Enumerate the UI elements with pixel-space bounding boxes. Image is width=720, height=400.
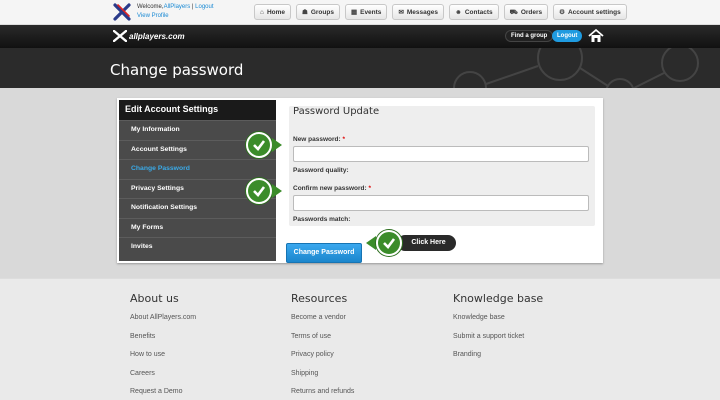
- nav-contacts-button[interactable]: ☻ Contacts: [448, 4, 499, 20]
- nav-label: Contacts: [464, 8, 493, 16]
- nav-events-button[interactable]: ▦ Events: [344, 4, 388, 20]
- click-here-callout: Click Here: [397, 235, 456, 251]
- top-logout-link[interactable]: Logout: [195, 4, 213, 10]
- new-password-label: New password: *: [293, 136, 345, 143]
- brand-logo[interactable]: allplayers.com: [113, 30, 185, 42]
- page-hero: Change password: [0, 48, 720, 88]
- arrow-left-icon: [366, 236, 376, 250]
- footer-link[interactable]: Request a Demo: [130, 388, 196, 400]
- nav-label: Home: [266, 8, 285, 16]
- nav-label: Messages: [406, 8, 438, 16]
- arrow-right-icon: [272, 184, 282, 198]
- logout-button[interactable]: Logout: [552, 30, 583, 42]
- check-icon: [376, 230, 402, 256]
- nav-account-settings-button[interactable]: ⚙ Account settings: [553, 4, 627, 20]
- footer-heading: About us: [130, 292, 179, 305]
- nav-messages-button[interactable]: ✉ Messages: [392, 4, 444, 20]
- passwords-match-label: Passwords match:: [293, 216, 351, 223]
- nav-label: Orders: [520, 8, 543, 16]
- footer-column-knowledge: Knowledge base Knowledge base Submit a sup…: [453, 292, 543, 370]
- username-link[interactable]: AllPlayers: [164, 4, 191, 10]
- site-footer: About us About AllPlayers.com Benefits How …: [0, 278, 720, 400]
- footer-column-resources: Resources Become a vendor Terms of use Priv…: [291, 292, 354, 400]
- footer-link[interactable]: Branding: [453, 351, 543, 370]
- footer-heading: Knowledge base: [453, 292, 544, 305]
- footer-link[interactable]: Shipping: [291, 370, 354, 389]
- change-password-button[interactable]: Change Password: [286, 243, 362, 263]
- top-bar: Welcome,AllPlayers | Logout View Profile…: [0, 0, 720, 25]
- password-quality-label: Password quality:: [293, 167, 349, 174]
- groups-icon: ☗: [302, 9, 308, 16]
- page-title: Change password: [110, 61, 244, 79]
- footer-link[interactable]: How to use: [130, 351, 196, 370]
- nav-orders-button[interactable]: ⛟ Orders: [503, 4, 549, 20]
- footer-column-about: About us About AllPlayers.com Benefits How …: [130, 292, 196, 400]
- form-legend: Password Update: [293, 106, 380, 117]
- arrow-right-icon: [272, 138, 282, 152]
- new-password-label-text: New password:: [293, 136, 341, 143]
- settings-icon: ⚙: [559, 9, 565, 16]
- footer-link[interactable]: Submit a support ticket: [453, 333, 543, 352]
- check-icon: [246, 132, 272, 158]
- nav-label: Events: [360, 8, 382, 16]
- nav-label: Groups: [310, 8, 334, 16]
- footer-link[interactable]: Benefits: [130, 333, 196, 352]
- settings-panel: Edit Account Settings My Information Acco…: [117, 98, 603, 263]
- sidebar-title: Edit Account Settings: [119, 100, 276, 120]
- footer-link[interactable]: Knowledge base: [453, 314, 543, 333]
- nav-label: Account settings: [567, 8, 621, 16]
- confirm-password-input[interactable]: [293, 195, 589, 211]
- calendar-icon: ▦: [350, 9, 358, 16]
- welcome-text: Welcome,AllPlayers | Logout View Profile: [137, 3, 214, 21]
- new-password-input[interactable]: [293, 146, 589, 162]
- check-icon: [246, 178, 272, 204]
- allplayers-logo-icon[interactable]: [112, 2, 132, 22]
- sidebar-item-my-forms[interactable]: My Forms: [119, 217, 276, 238]
- footer-link[interactable]: Returns and refunds: [291, 388, 354, 400]
- footer-link[interactable]: Careers: [130, 370, 196, 389]
- brand-name: allplayers.com: [129, 31, 185, 41]
- required-mark: *: [368, 185, 372, 192]
- network-graphic: [453, 48, 699, 88]
- find-group-button[interactable]: Find a group: [505, 30, 554, 42]
- brand-mark-icon: [113, 30, 127, 42]
- site-header: allplayers.com Find a group Logout: [0, 25, 720, 48]
- envelope-icon: ✉: [398, 9, 404, 16]
- confirm-password-label: Confirm new password: *: [293, 185, 371, 192]
- nav-home-button[interactable]: ⌂ Home: [254, 4, 291, 20]
- contacts-icon: ☻: [454, 8, 462, 16]
- footer-link[interactable]: Become a vendor: [291, 314, 354, 333]
- view-profile-link[interactable]: View Profile: [137, 13, 169, 19]
- confirm-password-label-text: Confirm new password:: [293, 185, 367, 192]
- required-mark: *: [342, 136, 346, 143]
- welcome-prefix: Welcome,: [137, 4, 164, 10]
- sidebar-item-change-password[interactable]: Change Password: [119, 159, 276, 179]
- nav-groups-button[interactable]: ☗ Groups: [296, 4, 340, 20]
- cart-icon: ⛟: [509, 8, 518, 16]
- password-form: Password Update New password: * Password…: [289, 106, 595, 226]
- footer-link[interactable]: Terms of use: [291, 333, 354, 352]
- home-icon: ⌂: [260, 8, 264, 16]
- footer-heading: Resources: [291, 292, 348, 305]
- sidebar-item-invites[interactable]: Invites: [119, 237, 276, 257]
- footer-link[interactable]: About AllPlayers.com: [130, 314, 196, 333]
- footer-link[interactable]: Privacy policy: [291, 351, 354, 370]
- main-content: Edit Account Settings My Information Acco…: [0, 88, 720, 278]
- home-icon[interactable]: [588, 28, 604, 44]
- main-nav: ⌂ Home ☗ Groups ▦ Events ✉ Messages ☻ Contacts ⛟ Or…: [254, 4, 627, 20]
